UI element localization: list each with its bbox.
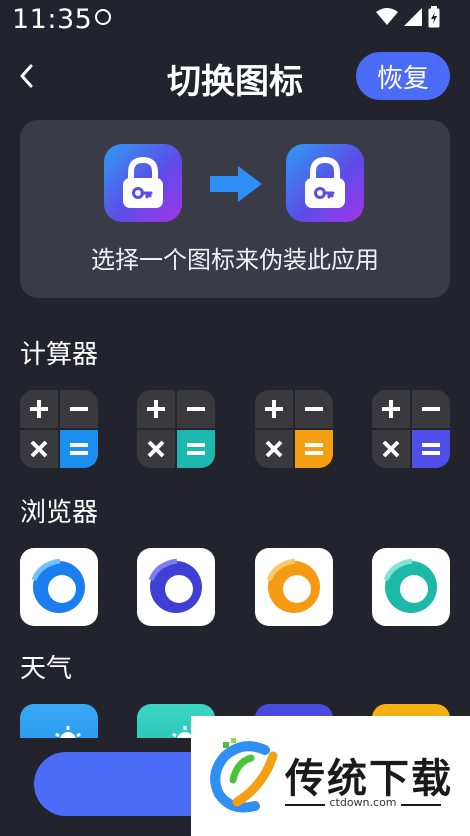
status-bar: 11:35 bbox=[0, 0, 470, 40]
browser-icon-orange[interactable] bbox=[255, 548, 333, 626]
signal-icon bbox=[404, 8, 422, 26]
navigation-bar: 切换图标 恢复 bbox=[0, 44, 470, 108]
multiply-icon bbox=[147, 440, 165, 458]
notification-dot-icon bbox=[95, 9, 111, 25]
browser-ring-icon bbox=[148, 558, 202, 613]
minus-icon bbox=[422, 407, 440, 411]
system-icons bbox=[376, 6, 440, 28]
calculator-icon-blue[interactable] bbox=[20, 390, 98, 468]
multiply-icon bbox=[30, 440, 48, 458]
equals-icon bbox=[422, 443, 440, 455]
current-app-icon bbox=[104, 144, 182, 222]
section-title-weather: 天气 bbox=[20, 654, 73, 684]
browser-icon-blue[interactable] bbox=[20, 548, 98, 626]
watermark-domain: ctdown.com bbox=[329, 796, 397, 809]
browser-icon-teal[interactable] bbox=[372, 548, 450, 626]
wifi-icon bbox=[376, 8, 398, 25]
multiply-icon bbox=[265, 440, 283, 458]
equals-icon bbox=[187, 443, 205, 455]
minus-icon bbox=[70, 407, 88, 411]
watermark-divider bbox=[401, 804, 441, 806]
minus-icon bbox=[305, 407, 323, 411]
restore-button[interactable]: 恢复 bbox=[356, 52, 450, 100]
plus-icon bbox=[265, 400, 283, 418]
browser-ring-icon bbox=[383, 558, 437, 613]
plus-icon bbox=[147, 400, 165, 418]
preview-card: 选择一个图标来伪装此应用 bbox=[20, 120, 450, 298]
calculator-icon-teal[interactable] bbox=[137, 390, 215, 468]
weather-icon-blue[interactable] bbox=[20, 704, 98, 738]
browser-ring-icon bbox=[266, 558, 320, 613]
equals-icon bbox=[70, 443, 88, 455]
status-time: 11:35 bbox=[12, 4, 93, 35]
arrow-right-icon bbox=[210, 166, 262, 202]
calculator-icon-purple[interactable] bbox=[372, 390, 450, 468]
battery-icon bbox=[428, 6, 440, 28]
equals-icon bbox=[305, 443, 323, 455]
watermark-divider bbox=[285, 804, 325, 806]
ctdown-logo-icon bbox=[210, 738, 278, 813]
calculator-icon-row bbox=[20, 390, 450, 470]
section-title-calculator: 计算器 bbox=[20, 340, 99, 370]
calculator-icon-orange[interactable] bbox=[255, 390, 333, 468]
browser-ring-icon bbox=[31, 558, 85, 613]
lock-icon bbox=[305, 156, 345, 208]
minus-icon bbox=[187, 407, 205, 411]
section-title-browser: 浏览器 bbox=[20, 498, 99, 528]
browser-icon-row bbox=[20, 548, 450, 628]
browser-icon-indigo[interactable] bbox=[137, 548, 215, 626]
lock-icon bbox=[123, 156, 163, 208]
plus-icon bbox=[382, 400, 400, 418]
preview-caption: 选择一个图标来伪装此应用 bbox=[91, 246, 379, 274]
plus-icon bbox=[30, 400, 48, 418]
sun-cloud-icon bbox=[55, 726, 81, 738]
watermark-overlay: 传统下载 ctdown.com bbox=[191, 716, 470, 836]
multiply-icon bbox=[382, 440, 400, 458]
disguised-app-icon bbox=[286, 144, 364, 222]
